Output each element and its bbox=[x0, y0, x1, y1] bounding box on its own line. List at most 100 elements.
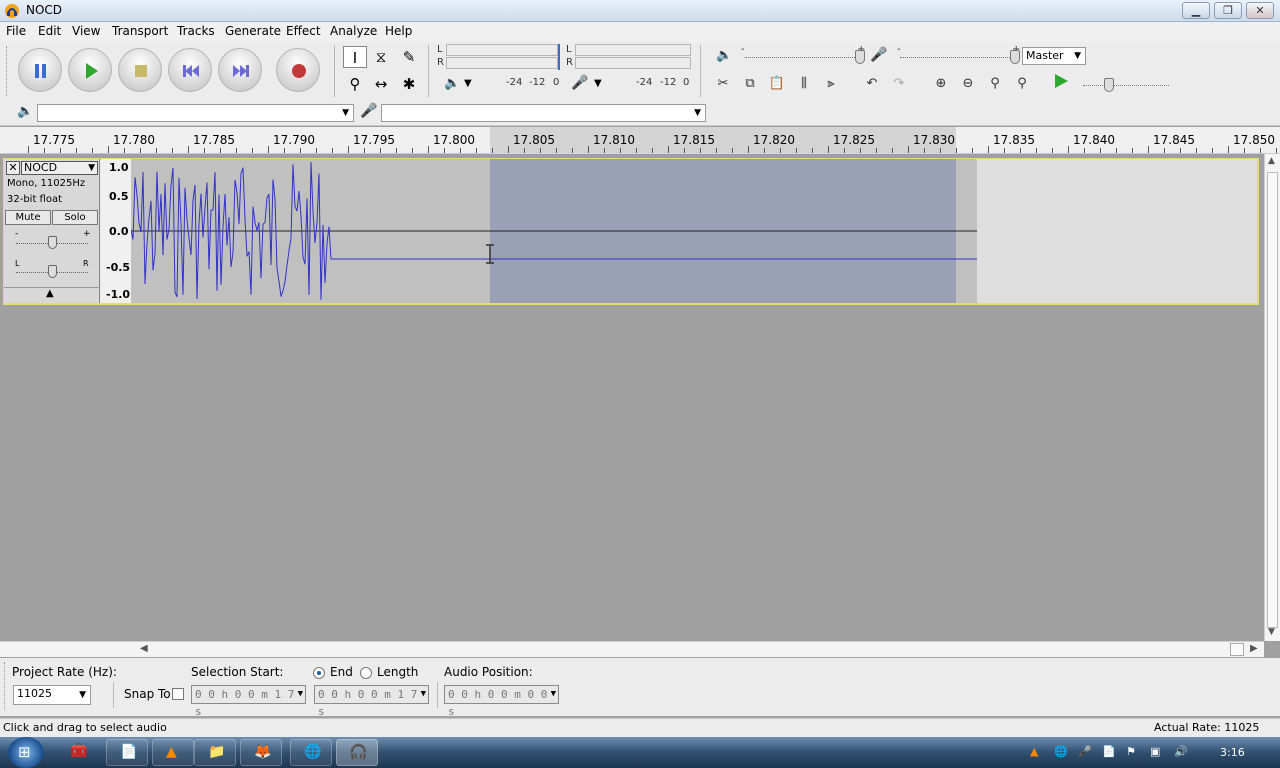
record-button[interactable] bbox=[276, 48, 320, 92]
menu-effect[interactable]: Effect bbox=[286, 24, 321, 38]
taskbar-clock[interactable]: 3:16 bbox=[1220, 746, 1245, 759]
horizontal-scrollbar[interactable]: ◀ ▶ bbox=[0, 641, 1264, 657]
undo-button[interactable]: ↶ bbox=[861, 73, 883, 95]
draw-tool[interactable]: ✎ bbox=[397, 46, 421, 68]
paste-button[interactable]: 📋 bbox=[766, 73, 788, 95]
play-button[interactable] bbox=[68, 48, 112, 92]
record-meter-menu-arrow[interactable]: ▼ bbox=[594, 78, 602, 89]
zoom-out-button[interactable]: ⊖ bbox=[957, 73, 979, 95]
scale-1.0: 1.0 bbox=[109, 161, 129, 174]
timeshift-tool[interactable]: ↔ bbox=[369, 73, 393, 95]
audio-position-field[interactable]: 0 0 h 0 0 m 0 0 s ▼ bbox=[444, 685, 559, 718]
end-radio[interactable] bbox=[313, 667, 325, 679]
menu-tracks[interactable]: Tracks bbox=[177, 24, 215, 38]
menu-help[interactable]: Help bbox=[385, 24, 412, 38]
ruler-tick bbox=[236, 148, 237, 153]
taskbar-explorer[interactable]: 📁 bbox=[194, 739, 236, 766]
record-meter-right[interactable] bbox=[575, 57, 691, 69]
taskbar-firefox[interactable]: 🦊 bbox=[240, 739, 282, 766]
input-volume-slider[interactable] bbox=[900, 57, 1014, 58]
scroll-right-icon[interactable]: ▶ bbox=[1250, 643, 1258, 654]
scroll-left-icon[interactable]: ◀ bbox=[140, 643, 148, 654]
project-rate-value: 11025 bbox=[17, 687, 52, 700]
taskbar-vlc[interactable]: ▲ bbox=[152, 739, 194, 766]
multi-tool[interactable]: ✱ bbox=[397, 73, 421, 95]
zoom-in-button[interactable]: ⊕ bbox=[930, 73, 952, 95]
pause-button[interactable] bbox=[18, 48, 62, 92]
gain-thumb[interactable] bbox=[48, 236, 57, 249]
length-radio[interactable] bbox=[360, 667, 372, 679]
copy-button[interactable]: ⧉ bbox=[739, 73, 761, 95]
tray-vlc-icon[interactable]: ▲ bbox=[1030, 745, 1044, 759]
play-meter-menu-arrow[interactable]: ▼ bbox=[464, 78, 472, 89]
menu-view[interactable]: View bbox=[72, 24, 100, 38]
stop-button[interactable] bbox=[118, 48, 162, 92]
ruler-label: 17.800 bbox=[433, 133, 475, 147]
snap-to-checkbox[interactable] bbox=[172, 688, 184, 700]
ruler-tick bbox=[396, 148, 397, 153]
input-volume-thumb[interactable] bbox=[1010, 50, 1020, 64]
play-speed-slider[interactable] bbox=[1083, 85, 1169, 86]
menu-generate[interactable]: Generate bbox=[225, 24, 281, 38]
close-window-button[interactable]: ✕ bbox=[1246, 2, 1274, 19]
play-meter-right[interactable] bbox=[446, 57, 558, 69]
play-meter-left[interactable] bbox=[446, 44, 558, 56]
menu-analyze[interactable]: Analyze bbox=[330, 24, 377, 38]
horizontal-scroll-thumb[interactable] bbox=[1230, 643, 1244, 656]
silence-button[interactable]: ⫸ bbox=[820, 73, 842, 95]
tray-network-icon[interactable]: ▣ bbox=[1150, 745, 1164, 759]
toolbar-grip[interactable] bbox=[6, 46, 9, 96]
tray-document-icon[interactable]: 📄 bbox=[1102, 745, 1116, 759]
selection-end-field[interactable]: 0 0 h 0 0 m 1 7 s ▼ bbox=[314, 685, 429, 718]
redo-button[interactable]: ↷ bbox=[888, 73, 910, 95]
maximize-button[interactable]: ❐ bbox=[1214, 2, 1242, 19]
trim-button[interactable]: ⫼ bbox=[793, 73, 815, 95]
minimize-button[interactable]: ▁ bbox=[1182, 2, 1210, 19]
tray-volume-icon[interactable]: 🔊 bbox=[1174, 745, 1188, 759]
skip-to-end-button[interactable] bbox=[218, 48, 262, 92]
scroll-up-icon[interactable]: ▲ bbox=[1268, 156, 1275, 166]
quick-launch-icon[interactable]: 🧰 bbox=[70, 743, 90, 763]
toolbar-grip[interactable] bbox=[4, 662, 7, 710]
collapse-track-arrow-icon[interactable]: ▲ bbox=[46, 288, 54, 299]
fit-project-button[interactable]: ⚲ bbox=[1011, 73, 1033, 95]
play-speed-thumb[interactable] bbox=[1104, 78, 1114, 92]
skip-to-start-button[interactable] bbox=[168, 48, 212, 92]
track-empty-region[interactable] bbox=[977, 159, 1257, 303]
menu-file[interactable]: File bbox=[6, 24, 26, 38]
zoom-tool[interactable]: ⚲ bbox=[343, 73, 367, 95]
selection-start-field[interactable]: 0 0 h 0 0 m 1 7 s ▼ bbox=[191, 685, 306, 718]
vertical-scroll-thumb[interactable] bbox=[1267, 172, 1278, 628]
timeline-ruler[interactable]: 17.775 17.780 17.785 17.790 17.795 17.800 17.8… bbox=[0, 127, 1280, 154]
input-source-select[interactable]: Master ▼ bbox=[1022, 47, 1086, 65]
tray-microphone-icon[interactable]: 🎤 bbox=[1078, 745, 1092, 759]
vertical-scrollbar[interactable]: ▲ ▼ bbox=[1264, 154, 1280, 641]
input-device-select[interactable]: ▼ bbox=[381, 104, 706, 122]
track-close-button[interactable]: ✕ bbox=[6, 161, 20, 175]
toolbar-separator bbox=[334, 45, 335, 97]
menu-edit[interactable]: Edit bbox=[38, 24, 61, 38]
taskbar-notepad[interactable]: 📄 bbox=[106, 739, 148, 766]
taskbar-audacity[interactable]: 🎧 bbox=[336, 739, 378, 766]
project-rate-select[interactable]: 11025 ▼ bbox=[13, 685, 91, 705]
output-volume-slider[interactable] bbox=[745, 57, 861, 58]
tray-network-app-icon[interactable]: 🌐 bbox=[1054, 745, 1068, 759]
selection-tool[interactable]: I bbox=[343, 46, 367, 68]
output-device-select[interactable]: ▼ bbox=[37, 104, 354, 122]
pan-thumb[interactable] bbox=[48, 265, 57, 278]
cut-button[interactable]: ✂ bbox=[712, 73, 734, 95]
output-volume-thumb[interactable] bbox=[855, 50, 865, 64]
menu-transport[interactable]: Transport bbox=[112, 24, 168, 38]
play-at-speed-button[interactable] bbox=[1050, 73, 1072, 95]
track-vertical-ruler[interactable]: 1.0 0.5 0.0 -0.5 -1.0 bbox=[101, 159, 131, 303]
record-meter-left[interactable] bbox=[575, 44, 691, 56]
mute-button[interactable]: Mute bbox=[5, 210, 51, 225]
solo-button[interactable]: Solo bbox=[52, 210, 98, 225]
tray-flag-icon[interactable]: ⚑ bbox=[1126, 745, 1140, 759]
fit-selection-button[interactable]: ⚲ bbox=[984, 73, 1006, 95]
envelope-tool[interactable]: ⧖ bbox=[369, 46, 393, 68]
taskbar-globe-app[interactable]: 🌐 bbox=[290, 739, 332, 766]
track-name-menu[interactable]: NOCD ▼ bbox=[21, 161, 98, 175]
start-button[interactable]: ⊞ bbox=[8, 737, 44, 768]
scroll-down-icon[interactable]: ▼ bbox=[1268, 627, 1275, 637]
